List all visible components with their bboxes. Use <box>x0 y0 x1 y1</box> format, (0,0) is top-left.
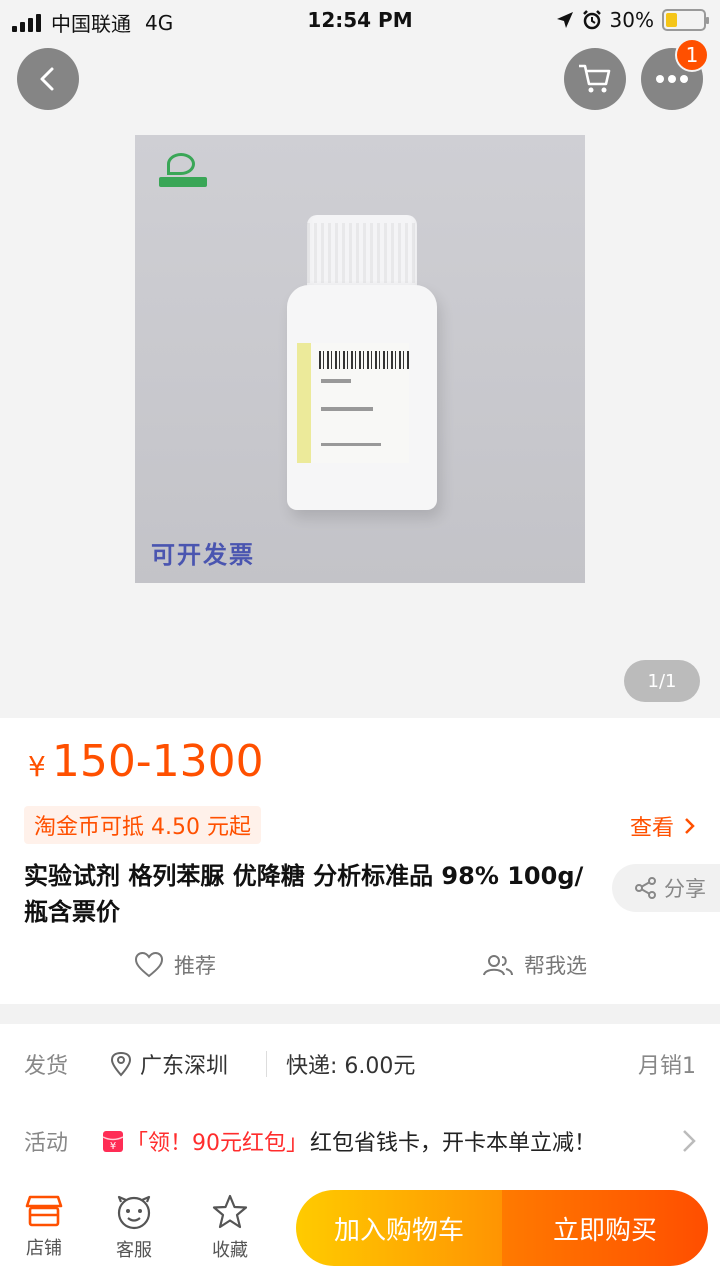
coin-discount-tag: 淘金币可抵 4.50 元起 <box>24 806 261 844</box>
chevron-right-icon <box>685 818 695 834</box>
divider <box>266 1051 267 1077</box>
service-label: 客服 <box>116 1240 152 1261</box>
chevron-left-icon <box>40 67 54 91</box>
location-pin-icon <box>110 1051 132 1077</box>
product-title: 实验试剂 格列苯脲 优降糖 分析标准品 98% 100g/瓶含票价 <box>24 862 584 926</box>
battery-icon <box>662 9 709 31</box>
tab-favorite[interactable]: 收藏 <box>190 1194 270 1262</box>
brand-logo <box>159 151 207 187</box>
action-row: 推荐 帮我选 <box>0 950 720 990</box>
ship-location: 广东深圳 <box>140 1054 229 1079</box>
details-card: 发货 广东深圳 快递: 6.00元 月销1 活动 ¥ 「领！90元红包」 红包省… <box>0 1024 720 1194</box>
price: ¥ 150-1300 <box>28 736 264 787</box>
share-label: 分享 <box>664 877 706 901</box>
check-coin-link[interactable]: 查看 <box>630 810 696 842</box>
recommend-label: 推荐 <box>174 954 216 978</box>
product-image[interactable]: 可开发票 <box>135 135 585 583</box>
cart-icon <box>579 64 611 93</box>
status-bar: 中国联通 4G 12:54 PM 30% <box>0 0 720 40</box>
product-detail-page: 可开发票 1/1 中国联通 4G 12:54 PM 30% 1 ¥ 150-13… <box>0 0 720 1280</box>
barcode <box>319 351 409 369</box>
activity-row[interactable]: 活动 ¥ 「领！90元红包」 红包省钱卡，开卡本单立减！ <box>0 1111 720 1171</box>
more-button[interactable]: 1 <box>641 38 709 110</box>
chevron-right-icon <box>683 1130 696 1152</box>
service-icon <box>117 1195 151 1230</box>
shipping-row[interactable]: 发货 广东深圳 快递: 6.00元 月销1 <box>0 1034 720 1094</box>
shop-label: 店铺 <box>26 1238 62 1259</box>
invoice-watermark: 可开发票 <box>151 540 255 569</box>
currency-symbol: ¥ <box>28 750 46 783</box>
people-icon <box>483 955 513 976</box>
help-choose-button[interactable]: 帮我选 <box>482 950 587 980</box>
check-label: 查看 <box>629 816 674 841</box>
location-arrow-icon <box>556 12 573 28</box>
shop-icon <box>25 1195 63 1227</box>
add-to-cart-button[interactable]: 加入购物车 <box>296 1190 502 1266</box>
red-packet-icon: ¥ <box>102 1131 124 1152</box>
product-gallery[interactable]: 可开发票 1/1 <box>0 0 720 718</box>
product-info-card: ¥ 150-1300 淘金币可抵 4.50 元起 查看 实验试剂 格列苯脲 优降… <box>0 718 720 1004</box>
shipping-fee: 快递: 6.00元 <box>286 1054 416 1079</box>
bottle-body <box>287 285 437 510</box>
promo-text: 红包省钱卡，开卡本单立减！ <box>310 1131 597 1156</box>
favorite-label: 收藏 <box>212 1240 248 1261</box>
bottom-action-bar: 店铺 客服 收藏 加入购物车 立即购买 <box>0 1180 720 1280</box>
alarm-icon <box>582 10 601 30</box>
promo-highlight: 「领！90元红包」 <box>126 1131 308 1156</box>
share-icon <box>635 877 656 899</box>
share-button[interactable]: 分享 <box>612 864 720 912</box>
buy-now-button[interactable]: 立即购买 <box>502 1190 708 1266</box>
monthly-sales: 月销1 <box>638 1054 696 1079</box>
battery-percent: 30% <box>609 8 654 32</box>
bottle-label <box>297 343 409 463</box>
message-badge: 1 <box>675 38 709 72</box>
more-dots-icon <box>656 75 688 83</box>
help-choose-label: 帮我选 <box>524 954 587 978</box>
image-pager: 1/1 <box>624 660 700 702</box>
star-icon <box>212 1194 248 1229</box>
tab-customer-service[interactable]: 客服 <box>94 1194 174 1262</box>
activity-key: 活动 <box>24 1131 69 1156</box>
tab-shop[interactable]: 店铺 <box>4 1194 84 1260</box>
back-button[interactable] <box>17 48 79 110</box>
price-range: 150-1300 <box>51 736 264 787</box>
bottle-cap <box>307 215 417 293</box>
svg-text:¥: ¥ <box>110 1141 116 1152</box>
recommend-button[interactable]: 推荐 <box>134 950 216 980</box>
cart-button[interactable] <box>564 48 626 110</box>
shipping-key: 发货 <box>24 1054 69 1079</box>
heart-icon <box>134 951 164 978</box>
